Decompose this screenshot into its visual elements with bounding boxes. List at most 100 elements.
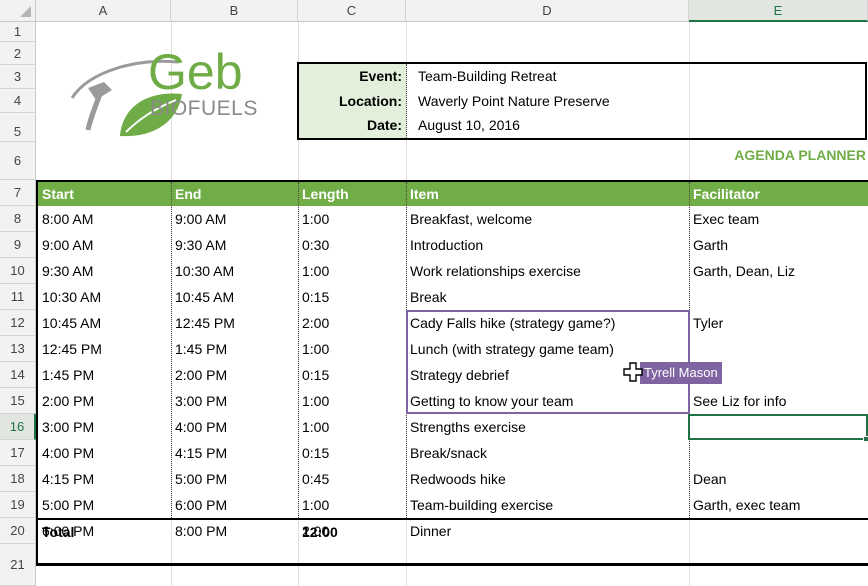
active-cell-e16[interactable]: [688, 414, 868, 440]
cell-end[interactable]: 3:00 PM: [171, 388, 298, 414]
date-value[interactable]: August 10, 2016: [414, 113, 864, 137]
cell-length[interactable]: 1:00: [298, 414, 406, 440]
cell-start[interactable]: 12:45 PM: [38, 336, 171, 362]
cell-facilitator[interactable]: Exec team: [689, 206, 868, 232]
cell-length[interactable]: 0:30: [298, 232, 406, 258]
cell-length[interactable]: 0:15: [298, 362, 406, 388]
column-header-e[interactable]: E: [689, 0, 868, 22]
row-header[interactable]: 19: [0, 492, 36, 518]
cell-length[interactable]: 2:00: [298, 310, 406, 336]
cell-start[interactable]: 10:45 AM: [38, 310, 171, 336]
collaborator-tag: Tyrell Mason: [640, 362, 722, 384]
cell-facilitator[interactable]: [689, 440, 868, 466]
header-facilitator: Facilitator: [693, 186, 760, 202]
cell-length[interactable]: 0:45: [298, 466, 406, 492]
row-header[interactable]: 11: [0, 284, 36, 310]
cell-length[interactable]: 1:00: [298, 336, 406, 362]
cell-end[interactable]: 4:00 PM: [171, 414, 298, 440]
row-header[interactable]: 14: [0, 362, 36, 388]
cell-facilitator[interactable]: [689, 336, 868, 362]
column-header-a[interactable]: A: [36, 0, 171, 22]
cell-select-cursor-icon: [623, 362, 643, 382]
event-value[interactable]: Team-Building Retreat: [414, 64, 864, 88]
cell-start[interactable]: 2:00 PM: [38, 388, 171, 414]
logo-biofuels-text: BIOFUELS: [150, 97, 258, 120]
cell-facilitator[interactable]: [689, 284, 868, 310]
row-header[interactable]: 2: [0, 42, 36, 65]
row-header-selected[interactable]: 16: [0, 414, 36, 440]
cell-end[interactable]: 1:45 PM: [171, 336, 298, 362]
row-header[interactable]: 3: [0, 65, 36, 89]
cell-start[interactable]: 5:00 PM: [38, 492, 171, 518]
cell-end[interactable]: 2:00 PM: [171, 362, 298, 388]
cell-start[interactable]: 4:00 PM: [38, 440, 171, 466]
row-header[interactable]: 5: [0, 113, 36, 142]
cell-facilitator[interactable]: Dean: [689, 466, 868, 492]
total-label[interactable]: Total: [38, 520, 171, 544]
cell-end[interactable]: 10:45 AM: [171, 284, 298, 310]
cell-length[interactable]: 1:00: [298, 206, 406, 232]
cell-facilitator[interactable]: Tyler: [689, 310, 868, 336]
row-header[interactable]: 8: [0, 206, 36, 232]
row-header[interactable]: 4: [0, 89, 36, 113]
cell-item[interactable]: Breakfast, welcome: [406, 206, 689, 232]
cell-start[interactable]: 3:00 PM: [38, 414, 171, 440]
row-header[interactable]: 20: [0, 518, 36, 544]
total-length[interactable]: 12:00: [298, 520, 406, 544]
cell-length[interactable]: 1:00: [298, 492, 406, 518]
row-header[interactable]: 15: [0, 388, 36, 414]
header-item: Item: [410, 186, 439, 202]
cell-start[interactable]: 1:45 PM: [38, 362, 171, 388]
cell-facilitator[interactable]: [689, 518, 868, 544]
cell-start[interactable]: 9:00 AM: [38, 232, 171, 258]
column-header-b[interactable]: B: [171, 0, 298, 22]
row-header[interactable]: 12: [0, 310, 36, 336]
header-start: Start: [42, 186, 74, 202]
cell-facilitator[interactable]: See Liz for info: [689, 388, 868, 414]
cell-start[interactable]: 8:00 AM: [38, 206, 171, 232]
row-header[interactable]: 13: [0, 336, 36, 362]
cell-facilitator[interactable]: Garth, exec team: [689, 492, 868, 518]
cell-end[interactable]: 8:00 PM: [171, 518, 298, 544]
cell-length[interactable]: 1:00: [298, 258, 406, 284]
cell-end[interactable]: 9:00 AM: [171, 206, 298, 232]
row-header[interactable]: 6: [0, 142, 36, 180]
cell-item[interactable]: Break/snack: [406, 440, 689, 466]
cell-length[interactable]: 0:15: [298, 284, 406, 310]
row-header[interactable]: 17: [0, 440, 36, 466]
column-header-c[interactable]: C: [298, 0, 406, 22]
row-header[interactable]: 21: [0, 544, 36, 586]
row-header[interactable]: 10: [0, 258, 36, 284]
cell-start[interactable]: 9:30 AM: [38, 258, 171, 284]
cell-item[interactable]: Dinner: [406, 518, 689, 544]
cell-length[interactable]: 0:15: [298, 440, 406, 466]
cell-item[interactable]: Redwoods hike: [406, 466, 689, 492]
row-header[interactable]: 7: [0, 180, 36, 206]
row-header[interactable]: 18: [0, 466, 36, 492]
select-all-corner[interactable]: [0, 0, 36, 22]
location-value[interactable]: Waverly Point Nature Preserve: [414, 89, 864, 113]
column-header-d[interactable]: D: [406, 0, 689, 22]
cell-facilitator[interactable]: Garth: [689, 232, 868, 258]
cell-end[interactable]: 12:45 PM: [171, 310, 298, 336]
cell-end[interactable]: 10:30 AM: [171, 258, 298, 284]
cell-length[interactable]: 1:00: [298, 388, 406, 414]
cell-end[interactable]: 5:00 PM: [171, 466, 298, 492]
cell-item[interactable]: Introduction: [406, 232, 689, 258]
fill-handle[interactable]: [863, 436, 868, 442]
row-header[interactable]: 1: [0, 22, 36, 42]
cell-item[interactable]: Break: [406, 284, 689, 310]
cell-facilitator[interactable]: Garth, Dean, Liz: [689, 258, 868, 284]
cell-item[interactable]: Strengths exercise: [406, 414, 689, 440]
cell-start[interactable]: 4:15 PM: [38, 466, 171, 492]
cell-end[interactable]: 6:00 PM: [171, 492, 298, 518]
cell-end[interactable]: 4:15 PM: [171, 440, 298, 466]
cell-item[interactable]: Team-building exercise: [406, 492, 689, 518]
row-header[interactable]: 9: [0, 232, 36, 258]
cell-start[interactable]: 10:30 AM: [38, 284, 171, 310]
header-end: End: [175, 186, 202, 202]
cell-item[interactable]: Work relationships exercise: [406, 258, 689, 284]
spreadsheet: A B C D E 1 2 3 4 5 6 7 8 9 10 11 12 13 …: [0, 0, 868, 586]
cell-end[interactable]: 9:30 AM: [171, 232, 298, 258]
event-label: Event:: [359, 68, 402, 84]
